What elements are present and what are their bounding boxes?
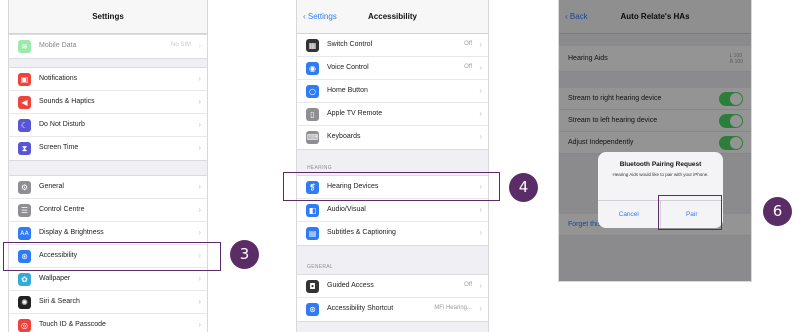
accessibility-item-guided-access[interactable]: ◘ Guided Access Off › [297,275,488,298]
antenna-icon: ≋ [18,40,31,53]
modal-overlay [559,0,751,281]
alert-title: Bluetooth Pairing Request [619,161,702,168]
chevron-right-icon: › [479,86,482,95]
accessibility-item-home-button[interactable]: ○ Home Button › [297,80,488,103]
settings-item-general[interactable]: ⚙ General › [9,176,207,199]
settings-item-wallpaper[interactable]: ✿ Wallpaper › [9,268,207,291]
settings-item-siri[interactable]: ✺ Siri & Search › [9,291,207,314]
general-section-header: GENERAL [307,264,333,270]
accessibility-item-voice-control[interactable]: ◉ Voice Control Off › [297,57,488,80]
chevron-right-icon: › [198,320,201,329]
chevron-right-icon: › [479,109,482,118]
general-group: ◘ Guided Access Off › ⊛ Accessibility Sh… [297,274,488,322]
accessibility-item-subtitles[interactable]: ▤ Subtitles & Captioning › [297,222,488,245]
moon-icon: ☾ [18,119,31,132]
chevron-right-icon: › [479,132,482,141]
settings-item-mobile-data[interactable]: ≋ Mobile Data No SIM › [9,35,207,58]
settings-item-touch-id[interactable]: ◎ Touch ID & Passcode › [9,314,207,332]
hourglass-icon: ⧗ [18,142,31,155]
switch-control-icon: ▦ [306,39,319,52]
chevron-right-icon: › [198,205,201,214]
chevron-right-icon: › [198,182,201,191]
chevron-right-icon: › [479,228,482,237]
notifications-icon: ▣ [18,73,31,86]
accessibility-icon: ⊛ [306,303,319,316]
sliders-icon: ☰ [18,204,31,217]
accessibility-screen: ‹ Settings Accessibility ▦ Switch Contro… [296,0,489,332]
text-size-icon: AA [18,227,31,240]
step-4-badge: 4 [509,173,538,202]
step-3-badge: 3 [230,240,259,269]
settings-item-sounds[interactable]: ◀ Sounds & Haptics › [9,91,207,114]
chevron-right-icon: › [198,97,201,106]
accessibility-item-shortcut[interactable]: ⊛ Accessibility Shortcut MFi Hearing... … [297,298,488,321]
hearing-device-screen: ‹ Back Auto Relate's HAs Hearing Aids L … [558,0,752,282]
hearing-section-header: HEARING [307,165,332,171]
flower-icon: ✿ [18,273,31,286]
chevron-right-icon: › [479,63,482,72]
accessibility-item-switch-control[interactable]: ▦ Switch Control Off › [297,34,488,57]
settings-group-notifications: ▣ Notifications › ◀ Sounds & Haptics › ☾… [9,67,207,161]
accessibility-item-apple-tv-remote[interactable]: ▯ Apple TV Remote › [297,103,488,126]
settings-item-do-not-disturb[interactable]: ☾ Do Not Disturb › [9,114,207,137]
chevron-right-icon: › [198,41,201,50]
chevron-right-icon: › [479,205,482,214]
chevron-right-icon: › [479,40,482,49]
step-6-badge: 6 [763,197,792,226]
accessibility-item-keyboards[interactable]: ⌨ Keyboards › [297,126,488,149]
fingerprint-icon: ◎ [18,319,31,332]
accessibility-title: Accessibility [368,12,417,21]
chevron-right-icon: › [198,297,201,306]
interaction-group: ▦ Switch Control Off › ◉ Voice Control O… [297,34,488,150]
speaker-icon: ◀ [18,96,31,109]
siri-icon: ✺ [18,296,31,309]
step-3-highlight [3,242,221,271]
settings-navbar: Settings [9,0,207,34]
captions-icon: ▤ [306,227,319,240]
remote-icon: ▯ [306,108,319,121]
mobile-data-group: ≋ Mobile Data No SIM › [9,34,207,59]
chevron-right-icon: › [198,74,201,83]
settings-title: Settings [92,12,124,21]
lock-icon: ◘ [306,280,319,293]
gear-icon: ⚙ [18,181,31,194]
chevron-right-icon: › [198,274,201,283]
keyboard-icon: ⌨ [306,131,319,144]
chevron-right-icon: › [479,281,482,290]
cancel-button[interactable]: Cancel [598,201,661,228]
step-4-highlight [283,172,500,201]
chevron-right-icon: › [198,143,201,152]
chevron-right-icon: › [479,304,482,313]
audio-visual-icon: ◧ [306,204,319,217]
alert-message: Hearing Aids would like to pair with you… [612,172,709,177]
settings-item-control-centre[interactable]: ☰ Control Centre › [9,199,207,222]
chevron-right-icon: › [198,228,201,237]
settings-screen: Settings ≋ Mobile Data No SIM › ▣ Notifi… [8,0,208,332]
home-button-icon: ○ [306,85,319,98]
accessibility-item-audio-visual[interactable]: ◧ Audio/Visual › [297,199,488,222]
settings-item-screen-time[interactable]: ⧗ Screen Time › [9,137,207,160]
step-6-highlight [658,195,722,230]
settings-item-notifications[interactable]: ▣ Notifications › [9,68,207,91]
accessibility-navbar: ‹ Settings Accessibility [297,0,488,34]
chevron-right-icon: › [198,120,201,129]
voice-control-icon: ◉ [306,62,319,75]
